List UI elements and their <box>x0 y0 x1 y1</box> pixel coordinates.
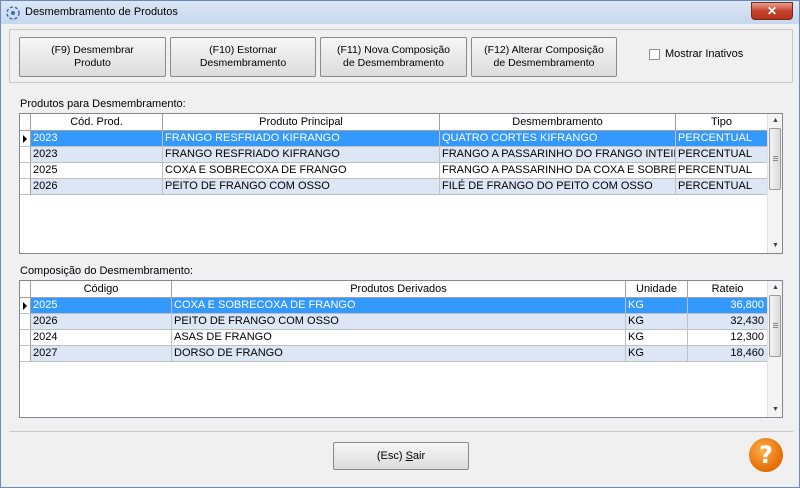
col-header-produto-principal[interactable]: Produto Principal <box>163 114 440 131</box>
checkbox-box[interactable] <box>649 49 660 60</box>
products-grid[interactable]: Cód. Prod. Produto Principal Desmembrame… <box>19 113 783 254</box>
composition-section-label: Composição do Desmembramento: <box>20 265 194 277</box>
cell-produto-principal[interactable]: FRANGO RESFRIADO KIFRANGO <box>163 147 440 163</box>
cell-desmembramento[interactable]: FRANGO A PASSARINHO DA COXA E SOBRECOXA <box>440 163 676 179</box>
app-icon <box>6 6 20 20</box>
nova-composicao-button[interactable]: (F11) Nova Composição de Desmembramento <box>320 37 467 77</box>
col-header-rateio[interactable]: Rateio <box>688 281 768 298</box>
cell-cod-prod[interactable]: 2023 <box>31 131 163 147</box>
footer-divider <box>9 431 793 432</box>
col-header-codigo[interactable]: Código <box>31 281 172 298</box>
composition-vertical-scrollbar[interactable]: ▲ ▼ <box>767 281 782 417</box>
row-indicator <box>20 330 31 346</box>
cell-rateio[interactable]: 36,800 <box>688 298 768 314</box>
products-vertical-scrollbar[interactable]: ▲ ▼ <box>767 114 782 253</box>
cell-produto-principal[interactable]: PEITO DE FRANGO COM OSSO <box>163 179 440 195</box>
cell-unidade[interactable]: KG <box>626 330 688 346</box>
table-row[interactable]: 2023 FRANGO RESFRIADO KIFRANGO QUATRO CO… <box>20 131 768 147</box>
cell-rateio[interactable]: 12,300 <box>688 330 768 346</box>
cell-produto-derivado[interactable]: ASAS DE FRANGO <box>172 330 626 346</box>
col-header-cod-prod[interactable]: Cód. Prod. <box>31 114 163 131</box>
main-window: Desmembramento de Produtos ✕ (F9) Desmem… <box>0 0 800 488</box>
row-indicator <box>20 346 31 362</box>
thumb-grip <box>773 323 778 324</box>
close-button[interactable]: ✕ <box>751 2 793 20</box>
products-section-label: Produtos para Desmembramento: <box>20 98 186 110</box>
window-title: Desmembramento de Produtos <box>25 6 178 18</box>
table-row[interactable]: 2025 COXA E SOBRECOXA DE FRANGO FRANGO A… <box>20 163 768 179</box>
scroll-thumb[interactable] <box>769 295 781 357</box>
cell-produto-derivado[interactable]: COXA E SOBRECOXA DE FRANGO <box>172 298 626 314</box>
table-row[interactable]: 2024 ASAS DE FRANGO KG 12,300 <box>20 330 768 346</box>
desmembrar-produto-button[interactable]: (F9) Desmembrar Produto <box>19 37 166 77</box>
row-indicator <box>20 131 31 147</box>
cell-cod-prod[interactable]: 2026 <box>31 179 163 195</box>
scroll-up-arrow-icon[interactable]: ▲ <box>768 114 782 128</box>
cell-codigo[interactable]: 2026 <box>31 314 172 330</box>
title-bar: Desmembramento de Produtos ✕ <box>1 1 799 24</box>
row-indicator <box>20 147 31 163</box>
header-indicator <box>20 281 31 298</box>
cell-produto-principal[interactable]: COXA E SOBRECOXA DE FRANGO <box>163 163 440 179</box>
cell-codigo[interactable]: 2024 <box>31 330 172 346</box>
alterar-composicao-button[interactable]: (F12) Alterar Composição de Desmembramen… <box>471 37 617 77</box>
current-row-arrow-icon <box>23 135 27 143</box>
scroll-up-arrow-icon[interactable]: ▲ <box>768 281 782 295</box>
cell-produto-derivado[interactable]: PEITO DE FRANGO COM OSSO <box>172 314 626 330</box>
exit-button-prefix: (Esc) <box>376 450 406 462</box>
cell-unidade[interactable]: KG <box>626 314 688 330</box>
scroll-down-arrow-icon[interactable]: ▼ <box>768 239 782 253</box>
cell-desmembramento[interactable]: FILÉ DE FRANGO DO PEITO COM OSSO <box>440 179 676 195</box>
help-icon[interactable]: ? <box>749 438 783 472</box>
thumb-grip <box>773 160 778 161</box>
estornar-desmembramento-button[interactable]: (F10) Estornar Desmembramento <box>170 37 316 77</box>
scroll-thumb[interactable] <box>769 128 781 190</box>
cell-cod-prod[interactable]: 2025 <box>31 163 163 179</box>
show-inactive-label: Mostrar Inativos <box>665 48 744 60</box>
col-header-tipo[interactable]: Tipo <box>676 114 768 131</box>
col-header-desmembramento[interactable]: Desmembramento <box>440 114 676 131</box>
cell-tipo[interactable]: PERCENTUAL <box>676 131 768 147</box>
cell-tipo[interactable]: PERCENTUAL <box>676 179 768 195</box>
exit-button-rest: air <box>412 450 426 462</box>
cell-desmembramento[interactable]: FRANGO A PASSARINHO DO FRANGO INTEIRO <box>440 147 676 163</box>
cell-codigo[interactable]: 2027 <box>31 346 172 362</box>
header-indicator <box>20 114 31 131</box>
cell-tipo[interactable]: PERCENTUAL <box>676 163 768 179</box>
table-row[interactable]: 2026 PEITO DE FRANGO COM OSSO FILÉ DE FR… <box>20 179 768 195</box>
cell-unidade[interactable]: KG <box>626 298 688 314</box>
exit-button[interactable]: (Esc) Sair <box>333 442 469 470</box>
cell-produto-derivado[interactable]: DORSO DE FRANGO <box>172 346 626 362</box>
row-indicator <box>20 314 31 330</box>
cell-produto-principal[interactable]: FRANGO RESFRIADO KIFRANGO <box>163 131 440 147</box>
cell-rateio[interactable]: 32,430 <box>688 314 768 330</box>
composition-grid-header: Código Produtos Derivados Unidade Rateio <box>20 281 782 298</box>
cell-tipo[interactable]: PERCENTUAL <box>676 147 768 163</box>
products-grid-header: Cód. Prod. Produto Principal Desmembrame… <box>20 114 782 131</box>
thumb-grip <box>773 325 778 326</box>
row-indicator <box>20 179 31 195</box>
row-indicator <box>20 163 31 179</box>
composition-grid[interactable]: Código Produtos Derivados Unidade Rateio… <box>19 280 783 418</box>
table-row[interactable]: 2023 FRANGO RESFRIADO KIFRANGO FRANGO A … <box>20 147 768 163</box>
scroll-down-arrow-icon[interactable]: ▼ <box>768 403 782 417</box>
row-indicator <box>20 298 31 314</box>
exit-button-accesskey: S <box>405 450 413 462</box>
col-header-unidade[interactable]: Unidade <box>626 281 688 298</box>
col-header-produtos-derivados[interactable]: Produtos Derivados <box>172 281 626 298</box>
thumb-grip <box>773 158 778 159</box>
cell-desmembramento[interactable]: QUATRO CORTES KIFRANGO <box>440 131 676 147</box>
cell-rateio[interactable]: 18,460 <box>688 346 768 362</box>
cell-codigo[interactable]: 2025 <box>31 298 172 314</box>
current-row-arrow-icon <box>23 302 27 310</box>
thumb-grip <box>773 327 778 328</box>
table-row[interactable]: 2027 DORSO DE FRANGO KG 18,460 <box>20 346 768 362</box>
cell-unidade[interactable]: KG <box>626 346 688 362</box>
thumb-grip <box>773 156 778 157</box>
table-row[interactable]: 2025 COXA E SOBRECOXA DE FRANGO KG 36,80… <box>20 298 768 314</box>
table-row[interactable]: 2026 PEITO DE FRANGO COM OSSO KG 32,430 <box>20 314 768 330</box>
cell-cod-prod[interactable]: 2023 <box>31 147 163 163</box>
